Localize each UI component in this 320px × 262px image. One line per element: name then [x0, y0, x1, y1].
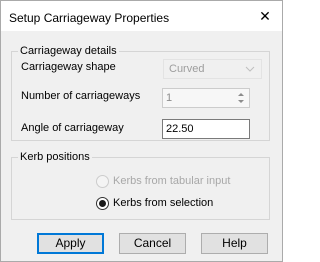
carriageway-details-legend: Carriageway details [18, 45, 119, 58]
kerb-positions-group: Kerb positions Kerbs from tabular input … [11, 151, 270, 220]
carriageway-shape-value: Curved [169, 63, 205, 75]
kerbs-from-tabular-input-label: Kerbs from tabular input [113, 175, 231, 187]
angle-of-carriageway-input[interactable]: 22.50 [162, 119, 250, 139]
close-icon: ✕ [259, 8, 271, 24]
chevron-down-icon [245, 66, 255, 72]
help-button[interactable]: Help [201, 233, 268, 254]
angle-of-carriageway-value: 22.50 [166, 123, 194, 135]
number-of-carriageways-label: Number of carriageways [21, 90, 141, 102]
number-of-carriageways-value: 1 [166, 92, 173, 104]
kerbs-from-selection-radio[interactable] [96, 197, 109, 210]
carriageway-details-group: Carriageway details Carriageway shape Cu… [11, 45, 270, 141]
spin-buttons [234, 90, 248, 106]
number-of-carriageways-spinner[interactable]: 1 [162, 88, 250, 108]
setup-carriageway-dialog: Setup Carriageway Properties ✕ Carriagew… [0, 0, 283, 262]
spin-up-icon[interactable] [234, 90, 248, 98]
carriageway-shape-select[interactable]: Curved [163, 59, 262, 79]
close-button[interactable]: ✕ [248, 1, 282, 31]
title-bar: Setup Carriageway Properties ✕ [1, 1, 282, 31]
cancel-button[interactable]: Cancel [119, 233, 186, 254]
apply-button[interactable]: Apply [37, 233, 104, 254]
angle-of-carriageway-label: Angle of carriageway [21, 122, 124, 134]
kerb-positions-legend: Kerb positions [18, 151, 92, 164]
carriageway-shape-label: Carriageway shape [21, 61, 116, 73]
kerbs-from-tabular-input-radio[interactable] [96, 175, 109, 188]
kerbs-from-selection-label: Kerbs from selection [113, 197, 214, 209]
window-title: Setup Carriageway Properties [9, 11, 170, 25]
spin-down-icon[interactable] [234, 98, 248, 106]
radio-selected-dot [99, 200, 106, 207]
